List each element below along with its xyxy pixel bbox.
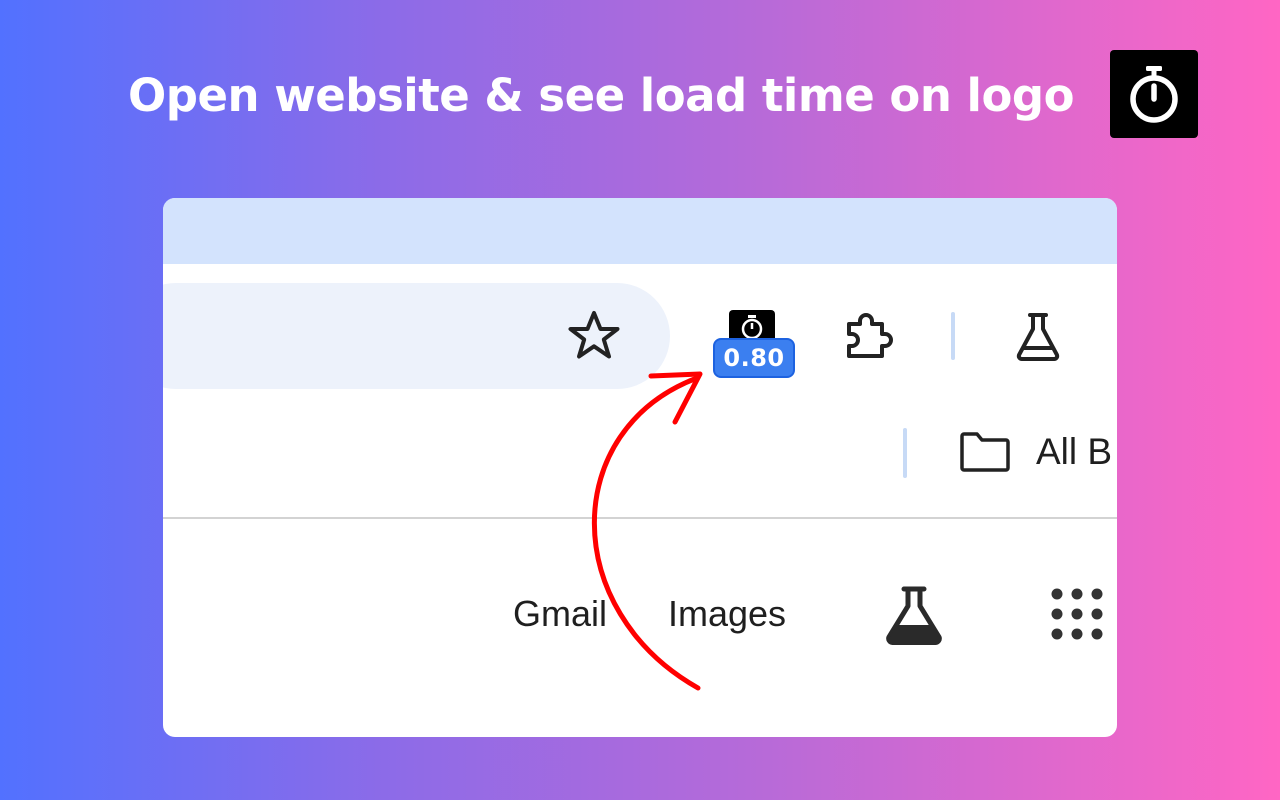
page-divider (163, 517, 1117, 519)
gmail-link[interactable]: Gmail (513, 592, 607, 636)
all-bookmarks-label[interactable]: All B (1036, 430, 1112, 474)
load-timer-extension-button[interactable]: 0.80 (713, 308, 799, 382)
bookmarks-separator (903, 428, 907, 478)
flask-icon[interactable] (883, 584, 945, 646)
browser-window: 0.80 All B Gmail Images (163, 198, 1117, 737)
puzzle-icon[interactable] (843, 312, 901, 364)
star-icon[interactable] (567, 310, 621, 362)
load-time-badge: 0.80 (713, 338, 795, 378)
images-link[interactable]: Images (668, 592, 786, 636)
stopwatch-icon (741, 315, 763, 340)
folder-icon[interactable] (958, 430, 1012, 474)
headline: Open website & see load time on logo (128, 69, 1074, 122)
app-logo (1110, 50, 1198, 138)
flask-icon[interactable] (1013, 310, 1063, 362)
apps-grid-icon[interactable] (1051, 588, 1103, 640)
stopwatch-icon (1130, 66, 1178, 123)
tab-strip (163, 198, 1117, 264)
toolbar-separator (951, 312, 955, 360)
